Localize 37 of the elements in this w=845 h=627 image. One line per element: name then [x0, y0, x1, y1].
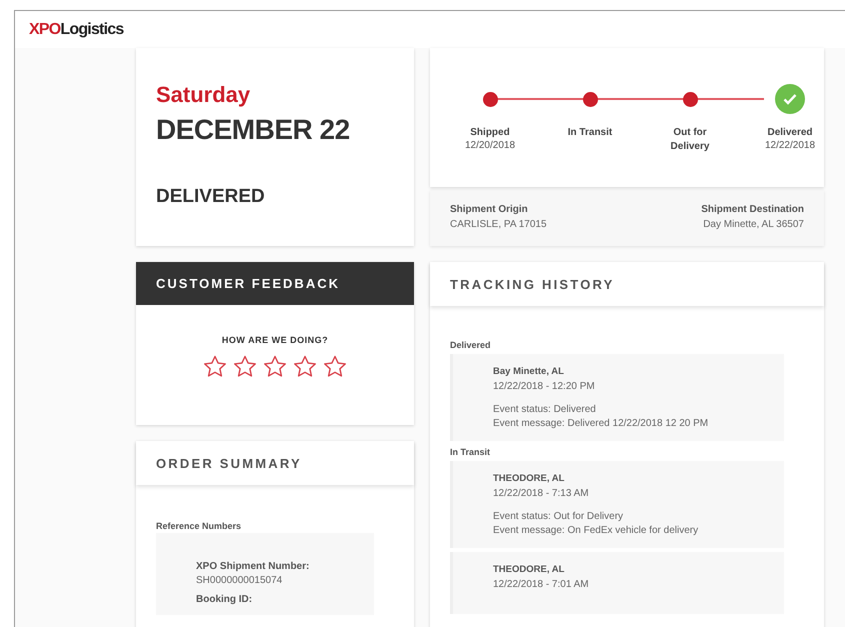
step-date: 12/22/2018	[764, 140, 816, 151]
status-heading: Delivered	[450, 340, 492, 350]
status-heading: In Transit	[450, 447, 492, 457]
delivery-status: DELIVERED	[156, 186, 266, 208]
step-label: Delivered	[766, 126, 814, 140]
star-icon[interactable]	[233, 355, 257, 378]
field-label: XPO Shipment Number:	[196, 561, 310, 572]
event-time: 12/22/2018 - 12:20 PM	[493, 381, 596, 392]
step-label: In Transit	[566, 126, 614, 140]
event-detail: Event message: Delivered 12/22/2018 12 20 PM	[493, 418, 710, 429]
destination-value: Day Minette, AL 36507	[703, 219, 804, 230]
event-detail: Event status: Out for Delivery	[493, 511, 624, 522]
star-icon[interactable]	[323, 355, 347, 378]
feedback-title: CUSTOMER FEEDBACK	[136, 262, 414, 305]
delivery-weekday: Saturday	[156, 82, 252, 108]
delivery-date: DECEMBER 22	[156, 114, 351, 146]
feedback-question: HOW ARE WE DOING?	[222, 335, 328, 345]
step-label: Shipped	[469, 126, 511, 140]
event-place: THEODORE, AL	[493, 473, 566, 484]
star-icon[interactable]	[203, 355, 227, 378]
field-value: SH0000000015074	[196, 575, 284, 586]
section-label: Reference Numbers	[156, 521, 242, 531]
brand-logo[interactable]: XPOLogistics	[29, 20, 124, 38]
origin-label: Shipment Origin	[450, 204, 528, 215]
event-detail: Event message: On FedEx vehicle for delivery	[493, 525, 700, 536]
event-place: THEODORE, AL	[493, 564, 566, 575]
event-place: Bay Minette, AL	[493, 366, 565, 377]
event-time: 12/22/2018 - 7:01 AM	[493, 579, 590, 590]
star-icon[interactable]	[293, 355, 317, 378]
step-date: 12/20/2018	[464, 140, 516, 151]
origin-value: CARLISLE, PA 17015	[450, 219, 547, 230]
step-label: Out for Delivery	[670, 126, 710, 154]
field-label: Booking ID:	[196, 594, 254, 605]
event-detail: Event status: Delivered	[493, 404, 597, 415]
star-icon[interactable]	[263, 355, 287, 378]
event-time: 12/22/2018 - 7:13 AM	[493, 488, 590, 499]
destination-label: Shipment Destination	[701, 204, 804, 215]
